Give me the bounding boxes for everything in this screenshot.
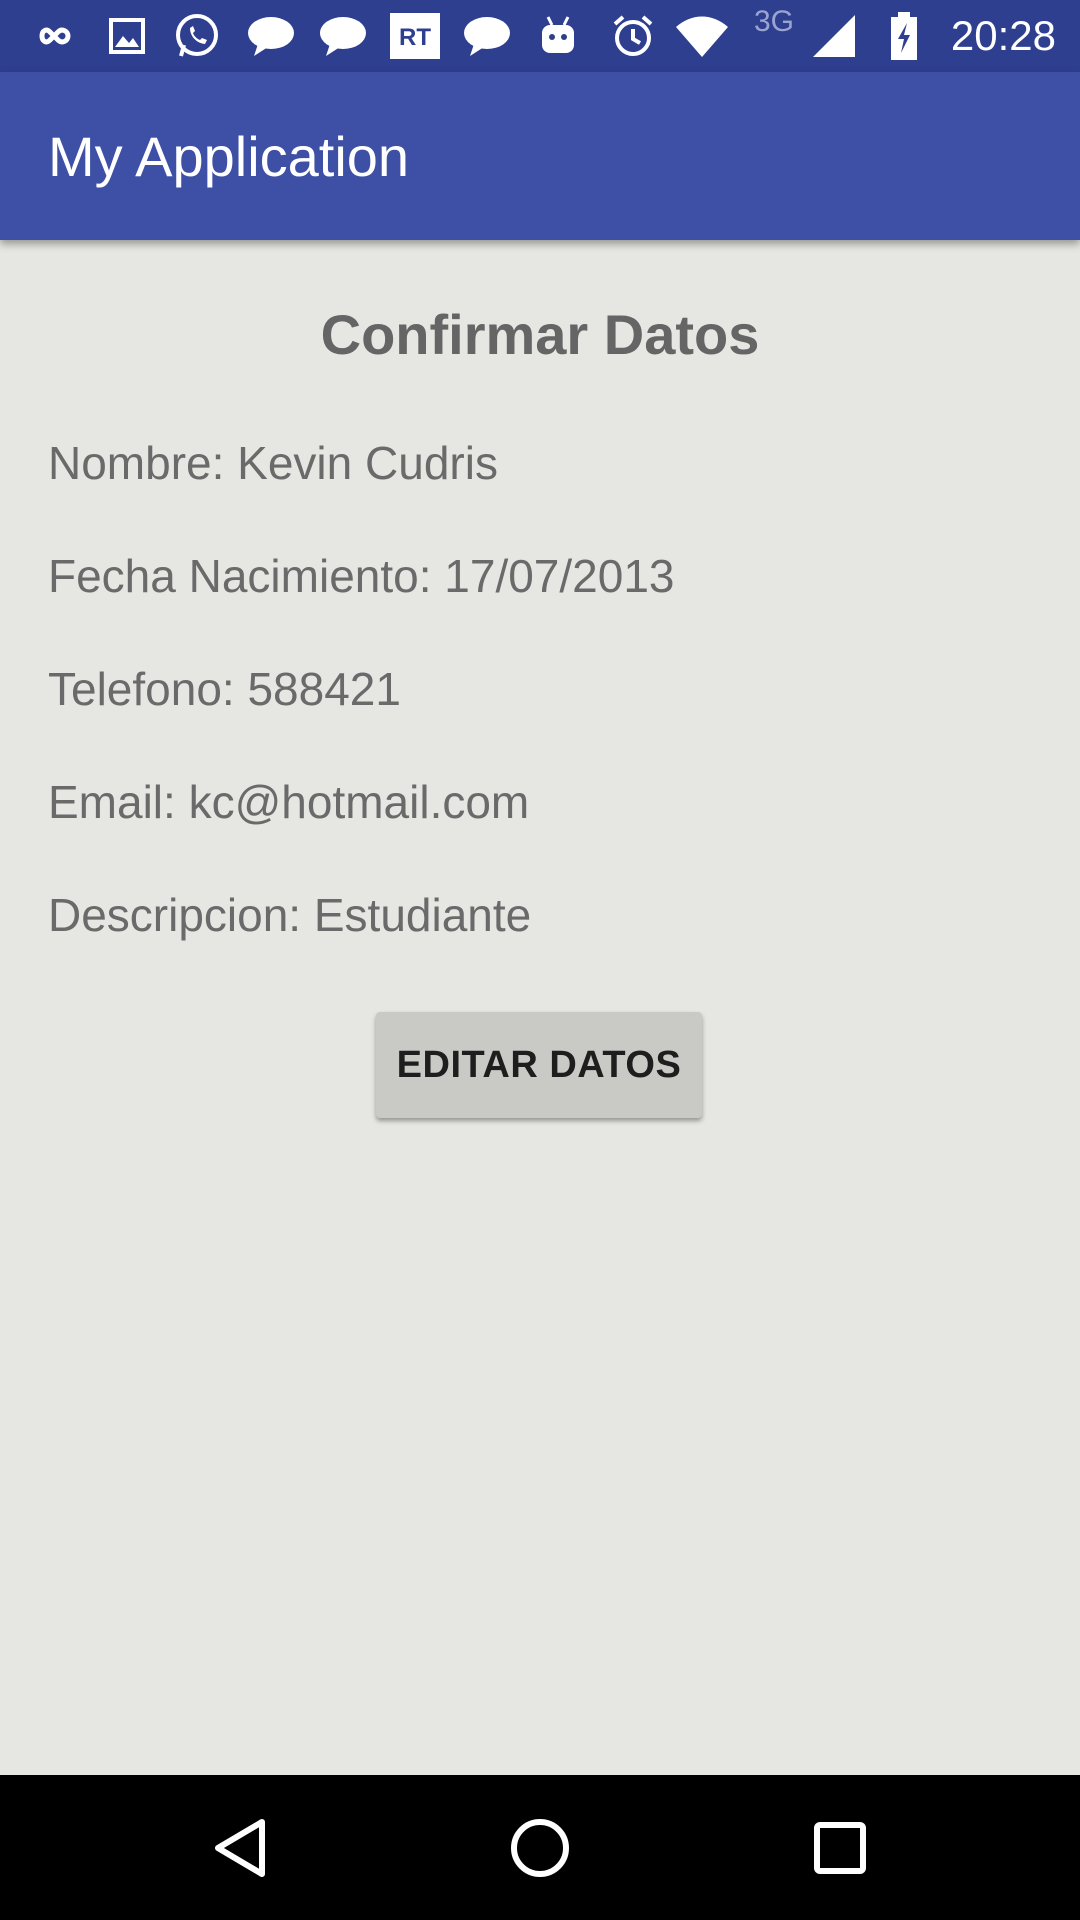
status-time: 20:28 [950,12,1056,59]
chat-bubble-icon [316,10,370,62]
alarm-icon [606,10,660,62]
infinity-icon [28,10,80,62]
app-bar: My Application [0,72,1080,240]
image-icon [104,10,150,62]
rt-news-icon: RT [388,10,442,62]
network-type-label: 3G [753,5,795,38]
field-email: Email: kc@hotmail.com [48,776,530,828]
edit-data-button[interactable]: EDITAR DATOS [376,1012,702,1118]
navigation-bar [0,1775,1080,1920]
field-fecha-nacimiento: Fecha Nacimiento: 17/07/2013 [48,550,675,602]
page-title: Confirmar Datos [320,303,760,366]
signal-icon [808,10,860,62]
main-content: Confirmar Datos Nombre: Kevin Cudris Fec… [0,240,1080,1775]
whatsapp-icon [170,10,224,62]
field-descripcion: Descripcion: Estudiante [48,889,532,941]
back-icon[interactable] [170,1775,310,1920]
battery-charging-icon [884,10,924,62]
field-nombre: Nombre: Kevin Cudris [48,437,498,489]
status-bar: RT 3G 20:28 [0,0,1080,72]
app-title: My Application [48,124,410,188]
field-telefono: Telefono: 588421 [48,663,401,715]
chat-bubble-icon [460,10,514,62]
svg-text:RT: RT [399,24,431,51]
recents-icon[interactable] [770,1775,910,1920]
wifi-icon [672,10,732,62]
chat-bubble-icon [244,10,298,62]
android-icon [534,10,582,62]
home-icon[interactable] [470,1775,610,1920]
